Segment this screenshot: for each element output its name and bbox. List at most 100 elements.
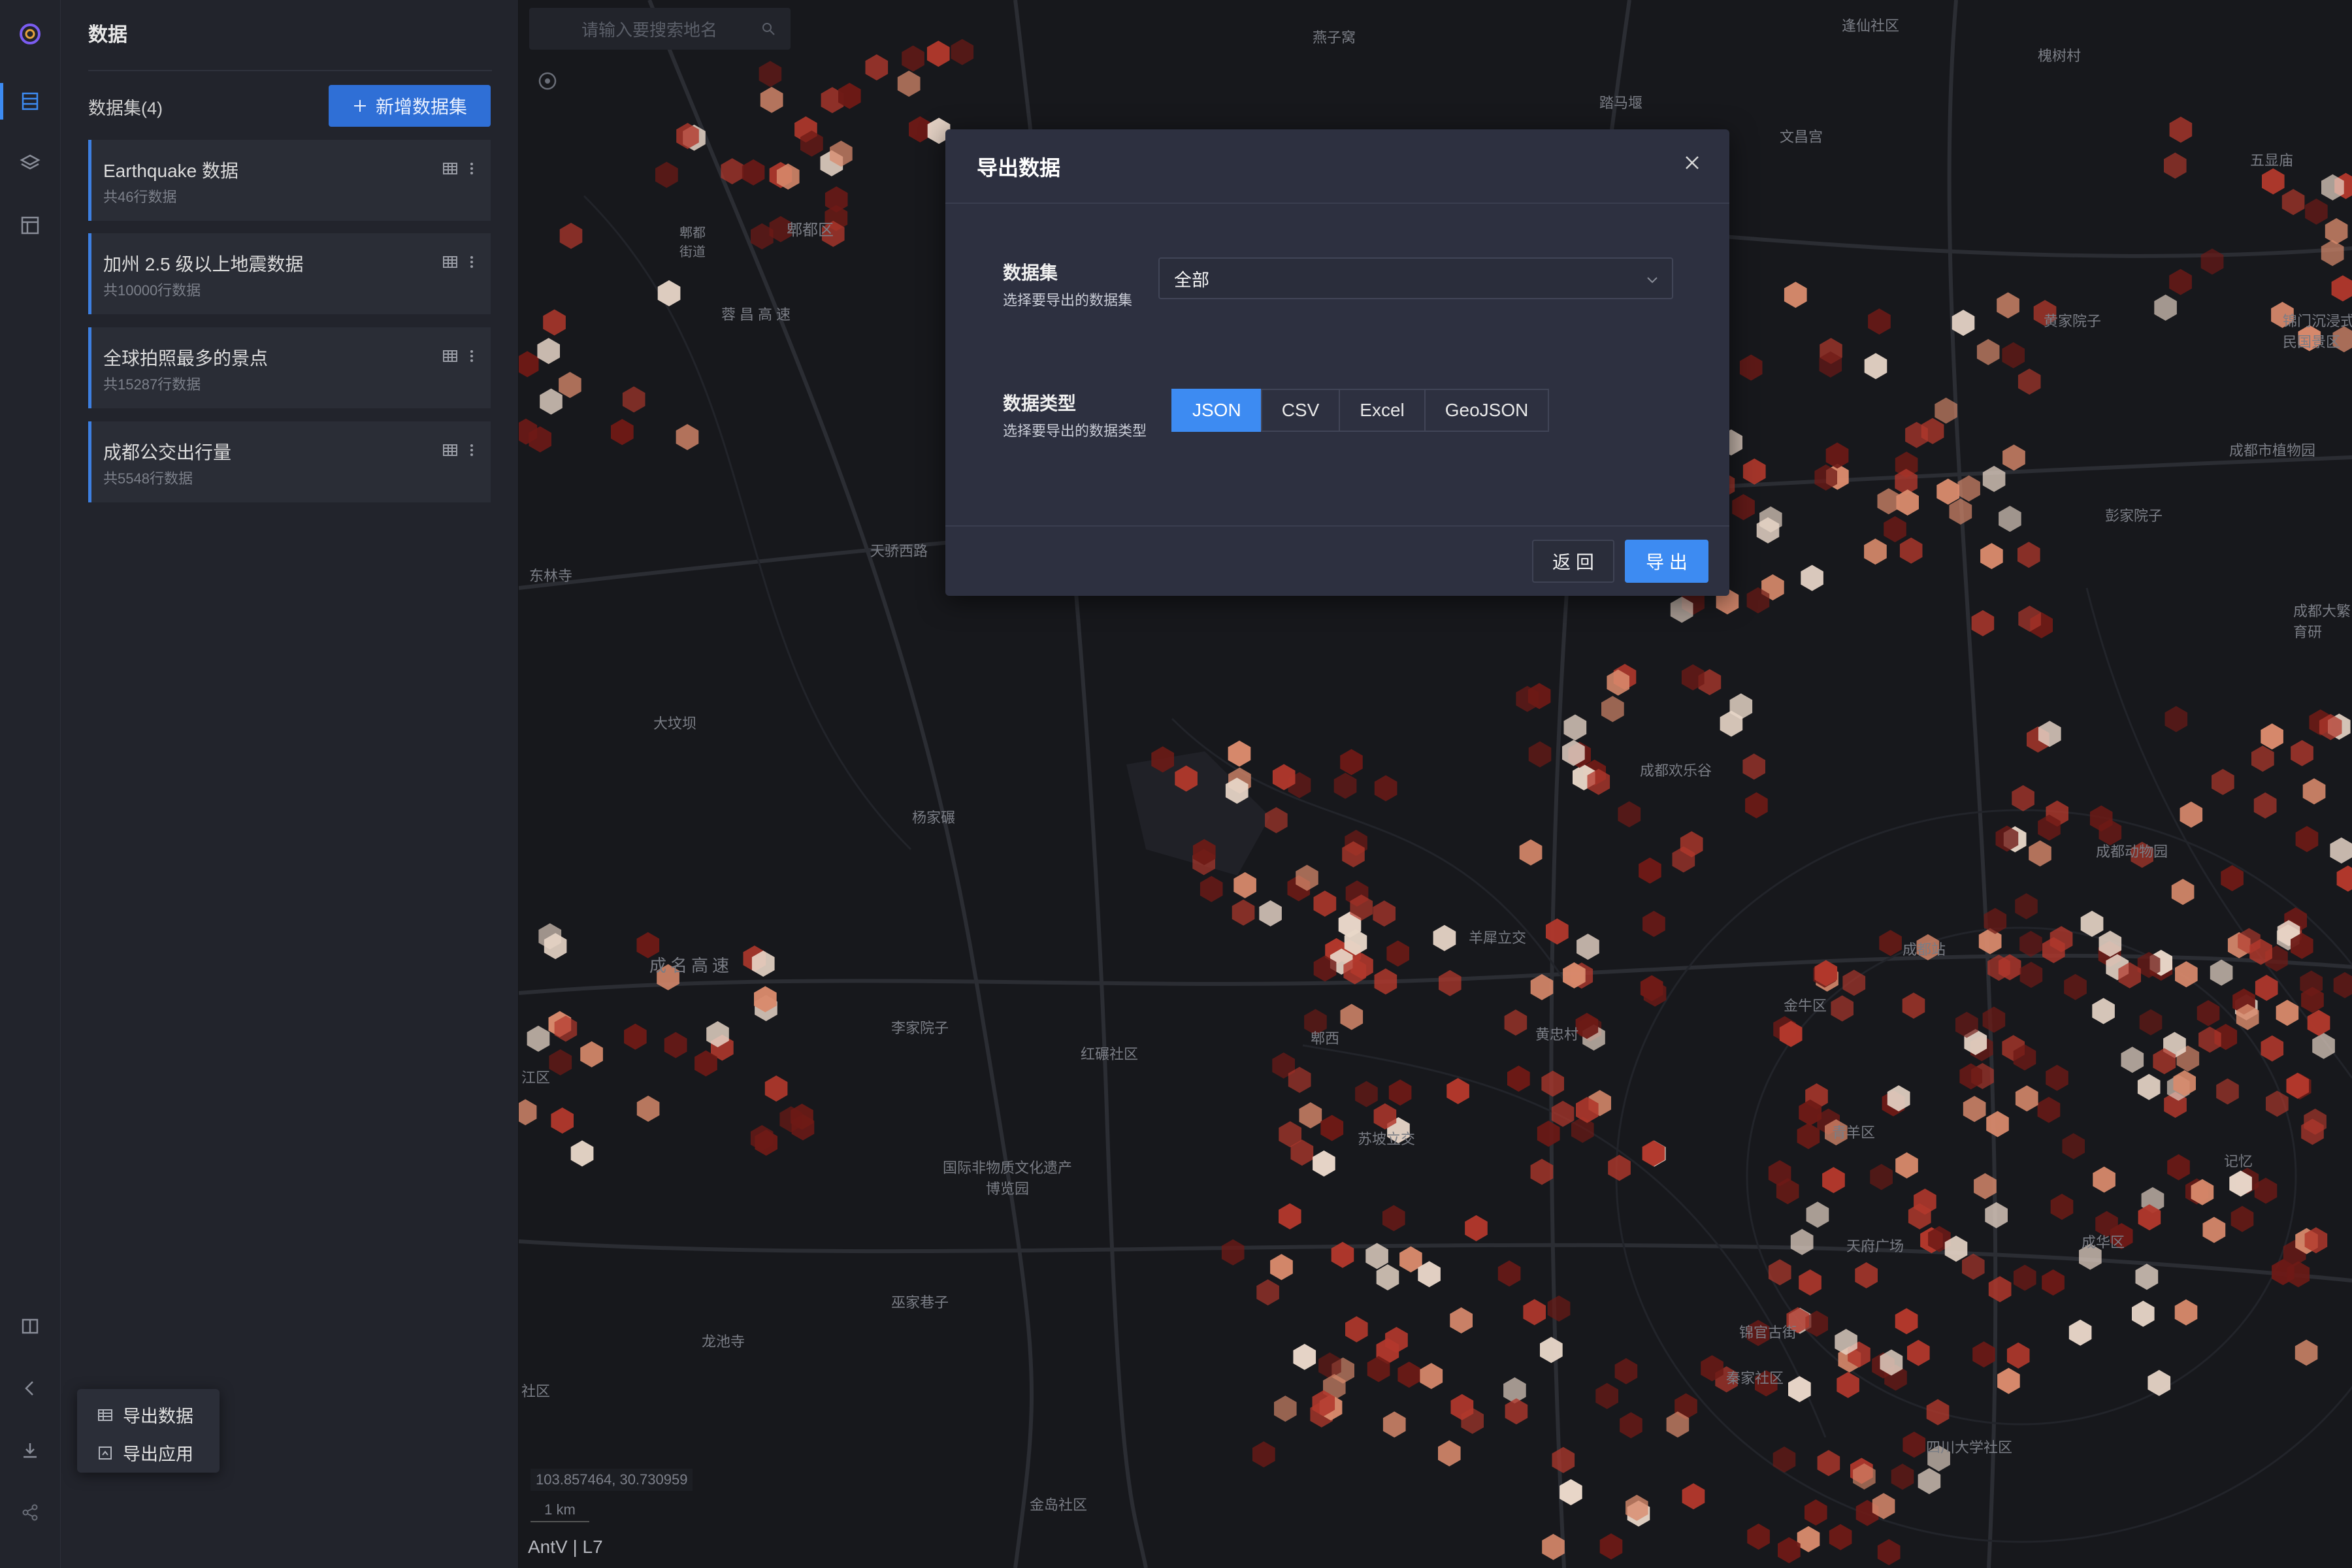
modal-footer-divider xyxy=(945,525,1729,527)
data-panel: 数据 数据集(4) 新增数据集 Earthquake 数据 共46行数据 加州 … xyxy=(61,0,518,1568)
more-icon[interactable] xyxy=(468,253,475,271)
type-option-excel[interactable]: Excel xyxy=(1339,389,1426,432)
map-label: 龙池寺 xyxy=(702,1333,745,1350)
more-icon[interactable] xyxy=(468,159,475,178)
menu-item-export-data[interactable]: 导出数据 xyxy=(97,1402,193,1428)
map-label: 大坟坝 xyxy=(653,715,697,732)
app-logo-icon[interactable] xyxy=(0,8,60,60)
layout-nav-icon[interactable] xyxy=(0,199,60,252)
attribution[interactable]: AntV | L7 xyxy=(528,1537,603,1558)
hexagon-cell xyxy=(1151,746,1174,773)
hexagon-cell xyxy=(1299,1102,1322,1129)
map-label: 五显庙 xyxy=(2250,152,2294,169)
table-icon[interactable] xyxy=(441,347,459,365)
more-icon[interactable] xyxy=(468,441,475,459)
type-option-geojson[interactable]: GeoJSON xyxy=(1424,389,1550,432)
hexagon-cell xyxy=(1386,940,1409,967)
collapse-chevron-icon[interactable] xyxy=(0,1362,60,1414)
map-label: 记忆 xyxy=(2224,1153,2253,1169)
hexagon-cell xyxy=(825,186,848,213)
hexagon-cell xyxy=(1926,1399,1950,1426)
hexagon-cell xyxy=(664,1032,687,1058)
hexagon-cell xyxy=(1265,807,1288,834)
hexagon-cell xyxy=(2295,826,2319,853)
hexagon-cell xyxy=(1742,458,1766,485)
hexagon-cell xyxy=(1541,1070,1564,1097)
add-dataset-label: 新增数据集 xyxy=(375,97,467,117)
export-button[interactable]: 导 出 xyxy=(1625,540,1708,583)
book-icon[interactable] xyxy=(0,1300,60,1352)
hexagon-cell xyxy=(1438,1440,1461,1467)
hexagon-cell xyxy=(1620,1412,1642,1439)
layers-nav-icon[interactable] xyxy=(0,137,60,189)
dataset-card[interactable]: 全球拍照最多的景点 共15287行数据 xyxy=(88,327,491,408)
dataset-card[interactable]: 成都公交出行量 共5548行数据 xyxy=(88,421,491,502)
hexagon-cell xyxy=(2017,542,2040,568)
hexagon-cell xyxy=(2281,189,2305,216)
share-icon[interactable] xyxy=(0,1486,60,1539)
hexagon-cell xyxy=(2139,1009,2163,1036)
dataset-name: 全球拍照最多的景点 xyxy=(103,348,269,368)
add-dataset-button[interactable]: 新增数据集 xyxy=(329,85,491,127)
map-label: 蓉昌高速 xyxy=(721,306,795,323)
hexagon-cell xyxy=(2331,275,2352,302)
map-label: 锦门沉浸式民国景区 xyxy=(2283,313,2352,350)
hexagon-cell xyxy=(2291,740,2313,766)
type-option-json[interactable]: JSON xyxy=(1171,389,1262,432)
hexagon-cell xyxy=(1313,1150,1335,1177)
hexagon-cell xyxy=(1433,924,1456,951)
hexagon-cell xyxy=(527,1025,550,1052)
map-label: 羊犀立交 xyxy=(1469,930,1527,946)
map-label: 成都站 xyxy=(1903,941,1946,958)
hexagon-cell xyxy=(1949,498,1972,525)
data-type-radio-group: JSON CSV Excel GeoJSON xyxy=(1171,389,1550,432)
hexagon-cell xyxy=(1373,900,1396,927)
table-icon[interactable] xyxy=(441,441,459,459)
hexagon-cell xyxy=(1918,1468,1941,1494)
hexagon-cell xyxy=(1397,1362,1420,1388)
hexagon-cell xyxy=(1374,775,1397,802)
hexagon-cell xyxy=(580,1041,603,1068)
dataset-card[interactable]: 加州 2.5 级以上地震数据 共10000行数据 xyxy=(88,233,491,314)
hexagon-cell xyxy=(2261,723,2283,750)
hexagon-cell xyxy=(2216,1078,2239,1105)
hexagon-cell xyxy=(1891,1463,1914,1490)
table-icon[interactable] xyxy=(441,253,459,271)
hexagon-cell xyxy=(2261,1035,2284,1062)
more-icon[interactable] xyxy=(468,347,475,365)
hexagon-cell xyxy=(1971,610,1995,636)
hexagon-cell xyxy=(1868,308,1891,335)
close-icon[interactable] xyxy=(1681,152,1703,174)
menu-item-export-app[interactable]: 导出应用 xyxy=(97,1440,193,1465)
hexagon-cell xyxy=(1837,1371,1859,1398)
map-label: 成华区 xyxy=(2082,1234,2125,1250)
search-icon[interactable] xyxy=(760,21,776,37)
data-nav-icon[interactable] xyxy=(0,75,60,127)
hexagon-cell xyxy=(2175,961,2198,988)
back-button[interactable]: 返 回 xyxy=(1532,540,1614,583)
dataset-card[interactable]: Earthquake 数据 共46行数据 xyxy=(88,140,491,221)
hexagon-cell xyxy=(1331,1241,1354,1268)
dataset-count: 数据集(4) xyxy=(88,99,163,118)
type-option-csv[interactable]: CSV xyxy=(1260,389,1341,432)
hexagon-cell xyxy=(2064,973,2087,1000)
hexagon-cell xyxy=(1831,995,1854,1022)
hexagon-cell xyxy=(537,338,560,365)
hexagon-cell xyxy=(1899,537,1923,564)
dataset-field-hint: 选择要导出的数据集 xyxy=(1003,292,1133,308)
dataset-select-value: 全部 xyxy=(1174,270,1209,290)
dataset-name: 加州 2.5 级以上地震数据 xyxy=(103,254,304,274)
map-search-input[interactable]: 请输入要搜索地名 xyxy=(529,8,791,50)
hexagon-cell xyxy=(1974,1173,1997,1200)
dataset-select[interactable]: 全部 xyxy=(1158,257,1673,299)
download-icon[interactable] xyxy=(0,1424,60,1477)
table-icon[interactable] xyxy=(441,159,459,178)
hexagon-cell xyxy=(1547,1295,1571,1322)
app-icon xyxy=(99,1446,112,1460)
hexagon-cell xyxy=(1829,1524,1852,1550)
hexagon-cell xyxy=(2210,959,2233,986)
map-label: 巫家巷子 xyxy=(891,1294,949,1311)
hexagon-cell xyxy=(2121,1047,2144,1073)
locate-icon[interactable] xyxy=(536,69,559,93)
hexagon-cell xyxy=(2312,1032,2335,1059)
